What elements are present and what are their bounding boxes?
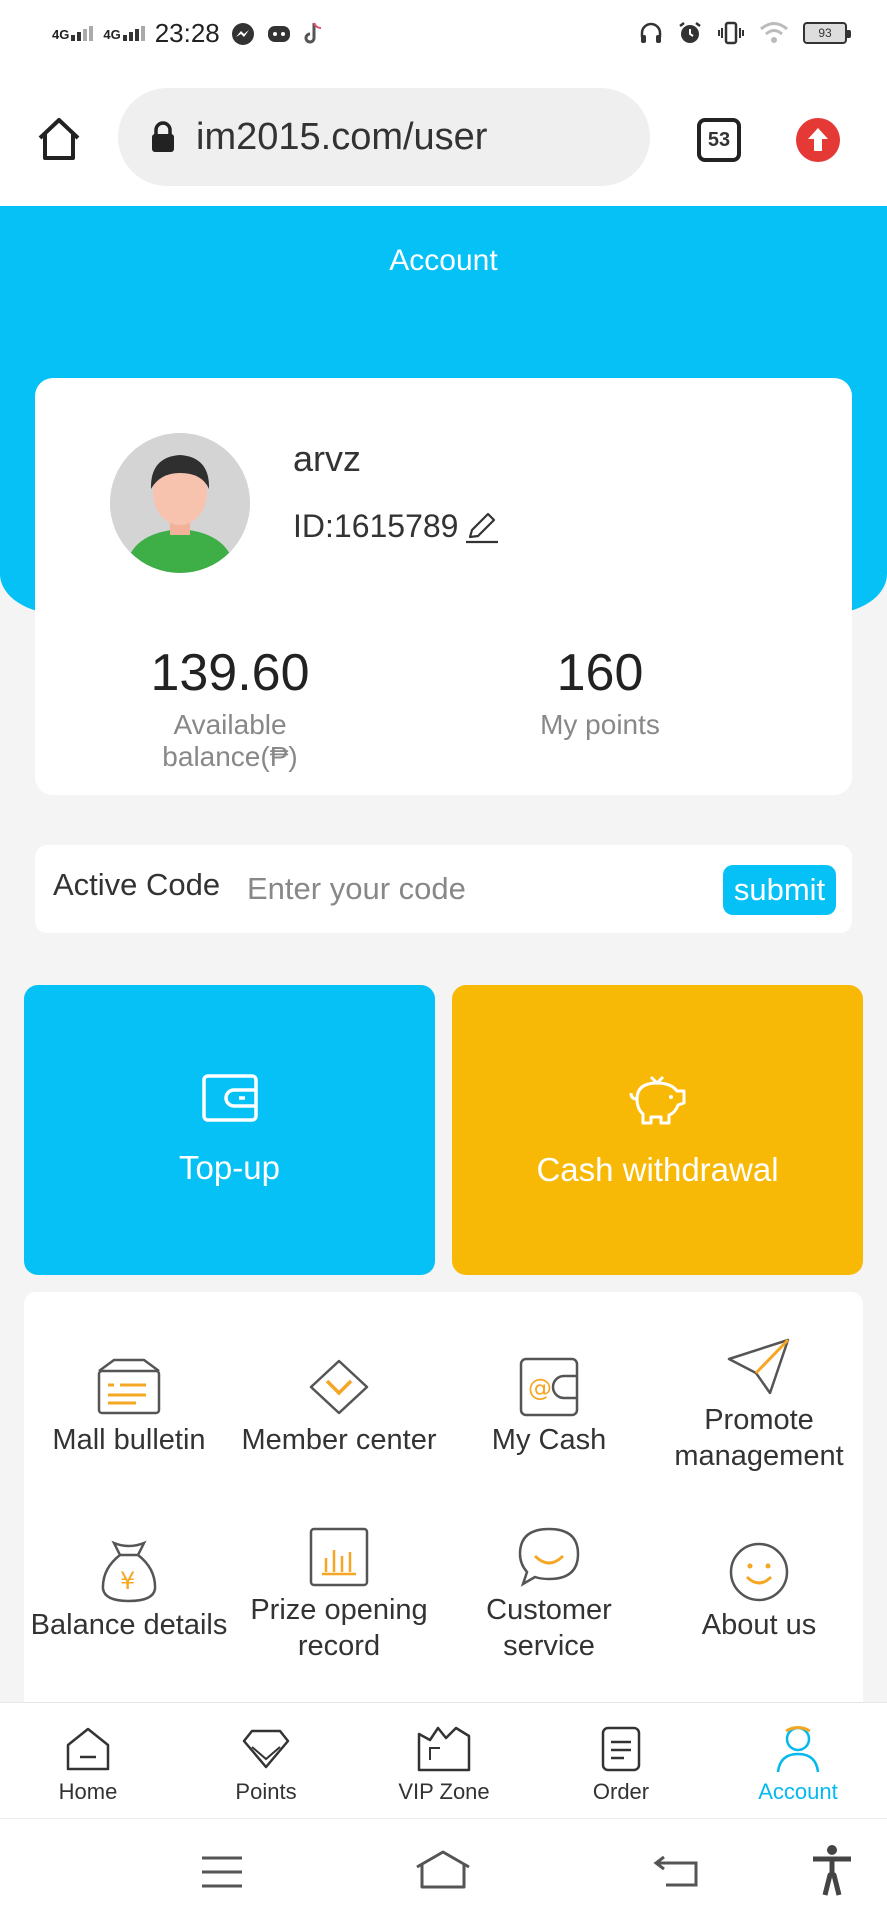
tab-label: Points [235, 1779, 297, 1804]
lock-icon [152, 121, 174, 152]
bottom-tab-bar: Home Points VIP Zone Order Account [0, 1702, 887, 1818]
tiktok-icon [304, 22, 321, 43]
network-type-label: 4G [52, 27, 70, 42]
battery-icon: 93 [803, 22, 851, 44]
svg-text:¥: ¥ [120, 1567, 135, 1595]
smile-icon [729, 1542, 789, 1602]
vip-icon [417, 1726, 471, 1772]
page-title: Account [389, 244, 498, 277]
profile-card: arvz ID:1615789 139.60 Available balance… [35, 378, 852, 795]
menu-icon[interactable] [200, 1855, 244, 1889]
menu-item-label: Mall bulletin [52, 1424, 206, 1456]
status-bar: 4G 4G 23:28 93 [0, 0, 887, 70]
menu-item-customer-service[interactable]: Customer service [444, 1522, 654, 1664]
tab-order[interactable]: Order [541, 1723, 701, 1805]
points-label: My points [540, 709, 660, 740]
money-bag-icon: ¥ [101, 1540, 157, 1603]
network-type-label-2: 4G [103, 27, 121, 42]
network-signal-icon: 4G [52, 26, 94, 42]
tab-label: Account [758, 1779, 838, 1804]
menu-item-promote-management[interactable]: Promote management [654, 1332, 864, 1474]
menu-item-label: Balance details [30, 1609, 228, 1641]
tab-switcher-button[interactable]: 53 [697, 118, 741, 162]
menu-item-balance-details[interactable]: ¥ Balance details [24, 1537, 234, 1643]
network-signal-icon-2: 4G [103, 26, 145, 42]
address-bar[interactable]: im2015.com/user [118, 88, 650, 186]
piggy-bank-icon [629, 1075, 685, 1125]
avatar-image [110, 433, 250, 573]
menu-item-member-center[interactable]: Member center [234, 1352, 444, 1458]
tab-count: 53 [707, 128, 731, 151]
tab-label: Order [592, 1779, 650, 1804]
user-id: ID:1615789 [293, 508, 500, 545]
chat-icon [518, 1527, 580, 1587]
tab-points[interactable]: Points [186, 1723, 346, 1805]
order-icon [601, 1726, 641, 1772]
browser-toolbar: im2015.com/user 53 [0, 70, 887, 206]
bulletin-icon [97, 1358, 161, 1415]
active-code-input[interactable] [247, 863, 707, 915]
discord-icon [267, 25, 290, 42]
home-icon [66, 1727, 110, 1771]
topup-button[interactable]: Top-up [24, 985, 435, 1275]
menu-item-about-us[interactable]: About us [654, 1537, 864, 1643]
battery-level: 93 [818, 26, 832, 40]
menu-item-prize-opening-record[interactable]: Prize opening record [234, 1522, 444, 1664]
arrow-up-icon [808, 128, 828, 151]
back-icon[interactable] [652, 1853, 700, 1889]
alarm-icon [679, 22, 701, 43]
user-id-text: ID:1615789 [293, 508, 459, 544]
withdraw-label: Cash withdrawal [536, 1151, 779, 1188]
url-text: im2015.com/user [196, 115, 488, 158]
menu-item-mall-bulletin[interactable]: Mall bulletin [24, 1352, 234, 1458]
balance-label: Available balance(₱) [162, 709, 298, 772]
points-value: 160 [556, 644, 644, 702]
username: arvz [293, 438, 362, 479]
menu-item-label: Customer service [486, 1594, 612, 1662]
update-button[interactable] [796, 118, 840, 162]
diamond-icon [309, 1359, 369, 1415]
system-home-icon[interactable] [414, 1849, 472, 1889]
tab-vip-zone[interactable]: VIP Zone [364, 1723, 524, 1805]
balance-value: 139.60 [150, 644, 310, 702]
active-code-bar: Active Code submit [35, 845, 852, 933]
paper-plane-icon [727, 1338, 790, 1395]
vibrate-icon [718, 21, 744, 45]
tab-label: Home [58, 1779, 118, 1804]
wallet-card-icon [201, 1074, 258, 1122]
messenger-icon [231, 22, 254, 45]
browser-home-icon[interactable] [36, 116, 82, 162]
avatar[interactable] [110, 433, 250, 573]
topup-label: Top-up [179, 1149, 280, 1186]
system-nav-bar [0, 1818, 887, 1920]
wallet-icon: @ [519, 1357, 579, 1417]
chart-icon [309, 1527, 369, 1587]
account-icon [776, 1726, 820, 1773]
menu-item-label: Member center [241, 1424, 437, 1456]
menu-item-label: Promote management [674, 1404, 844, 1472]
tab-account[interactable]: Account [718, 1723, 878, 1805]
menu-grid: Mall bulletin Member center @ My Cash Pr… [24, 1292, 863, 1702]
balance-stat[interactable]: 139.60 Available balance(₱) [115, 643, 345, 773]
tab-label: VIP Zone [398, 1779, 490, 1804]
headphones-icon [640, 22, 662, 43]
cash-withdrawal-button[interactable]: Cash withdrawal [452, 985, 863, 1275]
active-code-label: Active Code [53, 867, 221, 902]
svg-text:@: @ [528, 1374, 552, 1402]
accessibility-icon[interactable] [810, 1843, 854, 1897]
menu-item-label: About us [701, 1609, 817, 1641]
points-stat[interactable]: 160 My points [505, 643, 695, 741]
submit-button[interactable]: submit [723, 865, 836, 915]
wifi-icon [760, 22, 788, 43]
diamond-icon [242, 1729, 290, 1769]
menu-item-label: Prize opening record [250, 1594, 428, 1662]
clock: 23:28 [154, 18, 220, 48]
edit-icon[interactable] [464, 509, 500, 545]
tab-home[interactable]: Home [8, 1723, 168, 1805]
menu-item-my-cash[interactable]: @ My Cash [444, 1352, 654, 1458]
menu-item-label: My Cash [491, 1424, 607, 1456]
